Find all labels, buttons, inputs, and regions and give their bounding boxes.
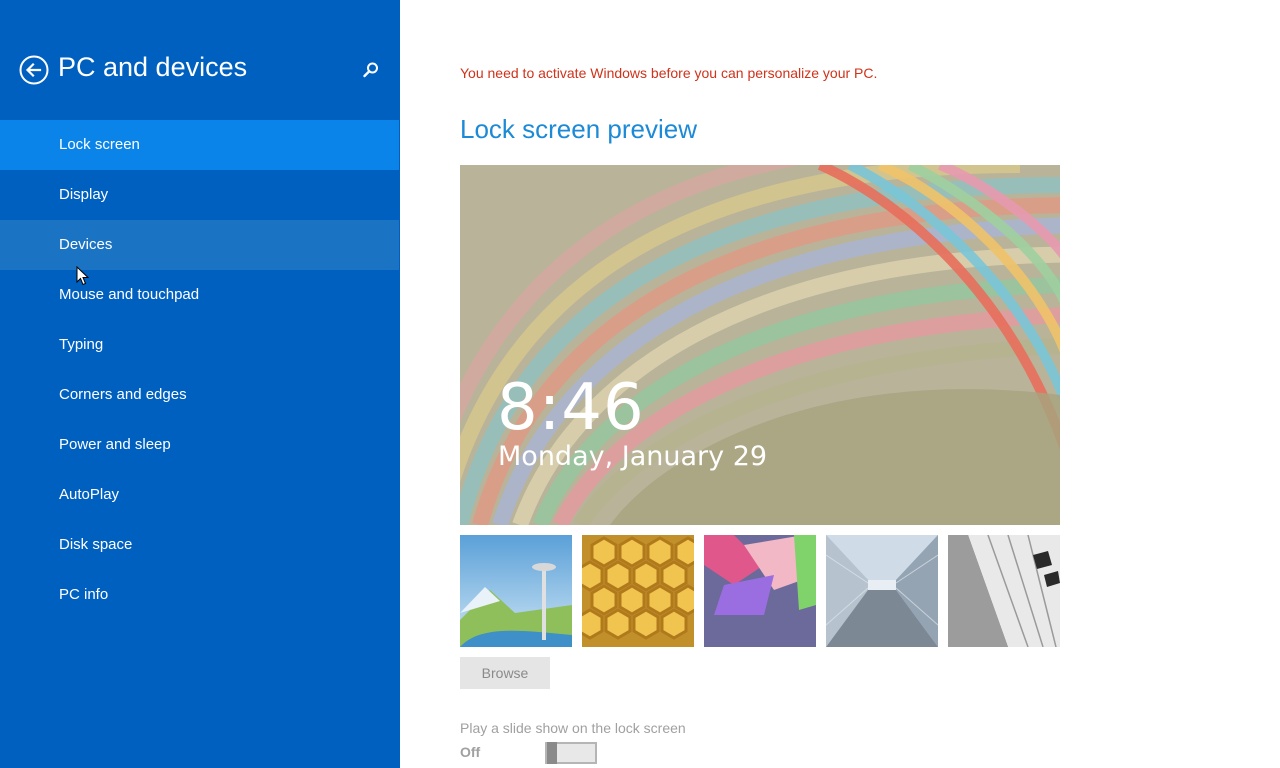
toggle-thumb[interactable]	[547, 742, 557, 764]
back-arrow-circle-icon	[19, 55, 49, 85]
sidebar-item-label: Lock screen	[59, 136, 140, 153]
sidebar-item-autoplay[interactable]: AutoPlay	[0, 470, 399, 520]
main-content: You need to activate Windows before you …	[400, 0, 1280, 768]
sidebar-item-pc-info[interactable]: PC info	[0, 570, 399, 620]
mouse-cursor-icon	[76, 266, 90, 286]
sidebar-item-devices[interactable]: Devices	[0, 220, 399, 270]
sidebar-item-disk-space[interactable]: Disk space	[0, 520, 399, 570]
search-icon	[363, 62, 378, 78]
sidebar-item-mouse-and-touchpad[interactable]: Mouse and touchpad	[0, 270, 399, 320]
sidebar-item-display[interactable]: Display	[0, 170, 399, 220]
sidebar-item-label: Power and sleep	[59, 436, 171, 453]
lock-screen-preview: 8:46 Monday, January 29	[460, 165, 1060, 525]
sidebar-nav: Lock screen Display Devices Mouse and to…	[0, 120, 400, 620]
thumbnail-honeycomb[interactable]	[582, 535, 694, 647]
thumbnail-tunnel[interactable]	[826, 535, 938, 647]
preview-time: 8:46	[497, 371, 645, 445]
sidebar: PC and devices Lock screen Display Devic…	[0, 0, 400, 768]
back-button[interactable]	[19, 55, 49, 85]
slideshow-toggle[interactable]	[545, 742, 597, 764]
slideshow-label: Play a slide show on the lock screen	[460, 720, 686, 736]
sidebar-item-label: Devices	[59, 236, 113, 253]
sidebar-item-corners-and-edges[interactable]: Corners and edges	[0, 370, 399, 420]
browse-button[interactable]: Browse	[460, 657, 550, 689]
sidebar-item-power-and-sleep[interactable]: Power and sleep	[0, 420, 399, 470]
section-title: Lock screen preview	[460, 114, 697, 144]
sidebar-item-label: PC info	[59, 586, 109, 603]
thumbnail-space-needle[interactable]	[460, 535, 572, 647]
thumbnail-piano[interactable]	[948, 535, 1060, 647]
slideshow-toggle-state: Off	[460, 744, 481, 760]
wallpaper-thumbnails	[460, 535, 1060, 647]
activation-warning: You need to activate Windows before you …	[460, 65, 878, 81]
sidebar-item-label: Disk space	[59, 536, 133, 553]
sidebar-item-label: Typing	[59, 336, 104, 353]
sidebar-item-label: Mouse and touchpad	[59, 286, 200, 303]
search-button[interactable]	[361, 60, 381, 80]
preview-date: Monday, January 29	[498, 441, 768, 472]
sidebar-item-lock-screen[interactable]: Lock screen	[0, 120, 399, 170]
sidebar-item-label: Display	[59, 186, 109, 203]
sidebar-item-label: Corners and edges	[59, 386, 187, 403]
thumbnail-geometric[interactable]	[704, 535, 816, 647]
sidebar-item-typing[interactable]: Typing	[0, 320, 399, 370]
sidebar-title: PC and devices	[58, 52, 248, 82]
pc-settings-window: PC and devices Lock screen Display Devic…	[0, 0, 1280, 768]
sidebar-header: PC and devices	[0, 48, 400, 94]
sidebar-item-label: AutoPlay	[59, 486, 120, 503]
